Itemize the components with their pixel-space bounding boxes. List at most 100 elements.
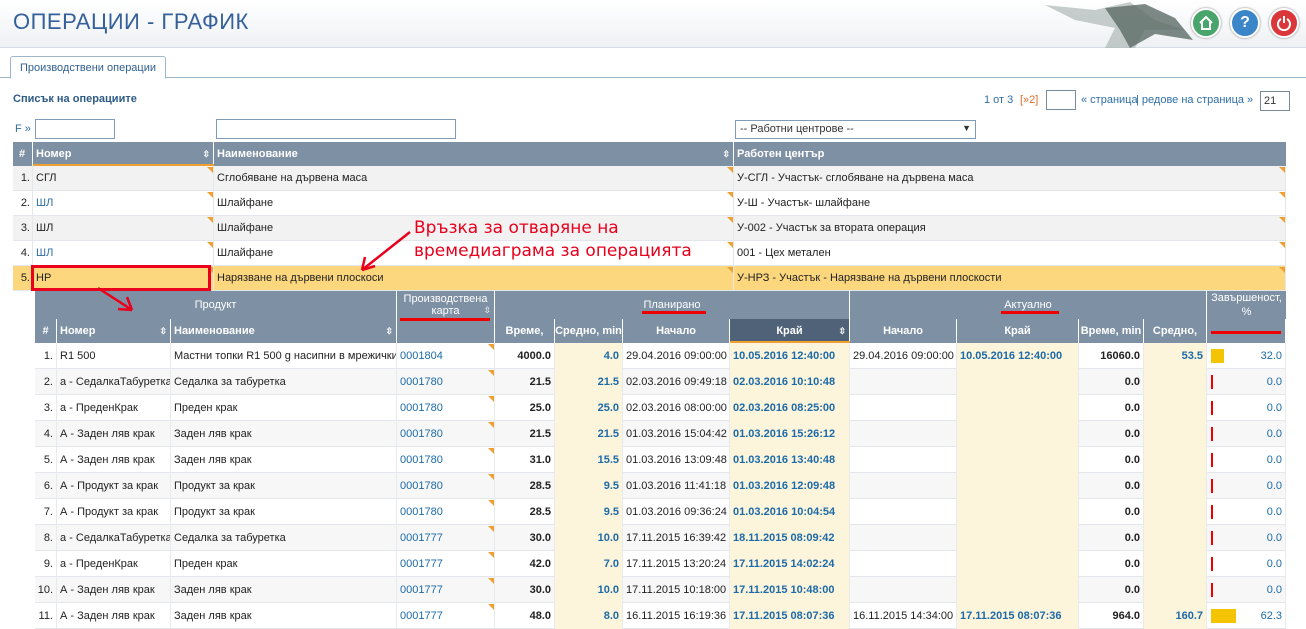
cell-p-time: 4000.0 [495, 343, 555, 369]
cell-card[interactable]: 0001780 [397, 447, 495, 473]
group-product: Продукт [35, 291, 397, 319]
cell-a-time: 0.0 [1079, 551, 1144, 577]
cell-a-start [850, 395, 957, 421]
cell-num: а - ПреденКрак [57, 551, 171, 577]
filter-toggle[interactable]: F » [15, 123, 31, 135]
cell-card[interactable]: 0001780 [397, 421, 495, 447]
table-row[interactable]: 2. ШЛ Шлайфане У-Ш - Участък- шлайфане [13, 191, 1286, 216]
col-header-plan-time[interactable]: Време, min [495, 319, 555, 361]
col-header-act-end[interactable]: Край [957, 319, 1079, 343]
cell-card[interactable]: 0001777 [397, 525, 495, 551]
table-row[interactable]: 11. А - Заден ляв крак Заден ляв крак 00017… [35, 603, 1286, 629]
group-card[interactable]: Производствена карта ⇳ [397, 291, 495, 319]
cell-marker-icon [1279, 217, 1285, 223]
cell-card[interactable]: 0001804 [397, 343, 495, 369]
cell-marker-icon [727, 192, 733, 198]
cell-p-time: 28.5 [495, 499, 555, 525]
cell-a-start [850, 369, 957, 395]
cell-num: А - Продукт за крак [57, 499, 171, 525]
cell-marker-icon [1279, 167, 1285, 173]
rows-per-page-input[interactable]: 21 [1260, 91, 1290, 111]
col-header-plan-avg[interactable]: Средно, min [555, 319, 623, 343]
cell-number[interactable]: ШЛ [33, 241, 214, 266]
col-header-label: Начало [883, 325, 923, 337]
table-row[interactable]: 2. а - СедалкаТабуретка Седалка за табурет… [35, 369, 1286, 395]
next-page-link[interactable]: [»2] [1020, 94, 1038, 106]
col-header-index: # [13, 142, 33, 166]
cell-num: А - Заден ляв крак [57, 577, 171, 603]
filter-work-center-select[interactable]: -- Работни центрове -- ▼ [735, 120, 976, 139]
col-header-number[interactable]: Номер ⇳ [33, 142, 214, 166]
table-row[interactable]: 3. а - ПреденКрак Преден крак 0001780 25.0 25… [35, 395, 1286, 421]
cell-marker-icon [207, 192, 213, 198]
cell-number[interactable]: ШЛ [33, 191, 214, 216]
cell-p-end: 02.03.2016 10:10:48 [730, 369, 850, 395]
cell-a-avg: 53.5 [1144, 343, 1207, 369]
rows-per-page-label: | редове на страница » [1136, 94, 1254, 106]
table-row[interactable]: 8. а - СедалкаТабуретка Седалка за табурет… [35, 525, 1286, 551]
col-header-label: Край [776, 325, 803, 337]
cell-p-time: 21.5 [495, 369, 555, 395]
home-button[interactable] [1191, 8, 1221, 38]
completion-progress-bar [1211, 557, 1213, 571]
work-center-select-value: -- Работни центрове -- [740, 123, 854, 135]
cell-card[interactable]: 0001780 [397, 499, 495, 525]
table-row[interactable]: 5. А - Заден ляв крак Заден ляв крак 000178… [35, 447, 1286, 473]
help-button[interactable]: ? [1230, 8, 1260, 38]
cell-a-time: 0.0 [1079, 447, 1144, 473]
col-header-act-avg[interactable]: Средно, min [1144, 319, 1207, 361]
cell-a-end [957, 525, 1079, 551]
cell-card[interactable]: 0001777 [397, 577, 495, 603]
cell-num: R1 500 [57, 343, 171, 369]
cell-card[interactable]: 0001780 [397, 473, 495, 499]
table-row[interactable]: 1. R1 500 Мастни топки R1 500 g насипни в … [35, 343, 1286, 369]
col-header-label: # [42, 325, 49, 337]
cell-name: Продукт за крак [171, 473, 397, 499]
col-header-work-center[interactable]: Работен център [734, 142, 1286, 166]
operation-details-table: Продукт Производствена карта ⇳ Планирано… [35, 291, 1286, 629]
cell-number[interactable]: ШЛ [33, 216, 214, 241]
cell-n: 9. [35, 551, 57, 577]
cell-a-avg [1144, 499, 1207, 525]
cell-number[interactable]: СГЛ [33, 166, 214, 191]
table-row[interactable]: 9. а - ПреденКрак Преден крак 0001777 42.0 7.… [35, 551, 1286, 577]
cell-card[interactable]: 0001780 [397, 395, 495, 421]
logout-button[interactable] [1269, 8, 1299, 38]
filter-number-input[interactable] [35, 119, 115, 139]
cell-marker-icon [488, 344, 494, 350]
cell-p-avg: 9.5 [555, 473, 623, 499]
cell-name: Продукт за крак [171, 499, 397, 525]
cell-a-end: 17.11.2015 08:07:36 [957, 603, 1079, 629]
page-go-link[interactable]: « страница [1081, 94, 1138, 106]
cell-pct: 0.0 [1207, 577, 1286, 603]
table-row[interactable]: 7. А - Продукт за крак Продукт за крак 0001… [35, 499, 1286, 525]
cell-marker-icon [488, 422, 494, 428]
col-header-number[interactable]: Номер ⇳ [57, 319, 171, 343]
cell-a-time: 0.0 [1079, 473, 1144, 499]
table-row[interactable]: 4. А - Заден ляв крак Заден ляв крак 000178… [35, 421, 1286, 447]
page-number-input[interactable] [1046, 90, 1076, 110]
cell-marker-icon [488, 474, 494, 480]
col-header-act-start[interactable]: Начало [850, 319, 957, 343]
cell-pct: 0.0 [1207, 369, 1286, 395]
cell-num: А - Заден ляв крак [57, 421, 171, 447]
cell-p-start: 17.11.2015 16:39:42 [623, 525, 730, 551]
cell-card[interactable]: 0001777 [397, 551, 495, 577]
col-header-name[interactable]: Наименование ⇳ [214, 142, 734, 166]
page-title: ОПЕРАЦИИ - ГРАФИК [13, 9, 249, 34]
filter-name-input[interactable] [216, 119, 456, 139]
cell-p-time: 31.0 [495, 447, 555, 473]
tab-production-operations[interactable]: Производствени операции [10, 56, 167, 79]
col-header-name[interactable]: Наименование ⇳ [171, 319, 397, 343]
cell-a-avg [1144, 551, 1207, 577]
table-row[interactable]: 1. СГЛ Сглобяване на дървена маса У-СГЛ - У… [13, 166, 1286, 191]
cell-p-time: 30.0 [495, 525, 555, 551]
cell-marker-icon [727, 217, 733, 223]
cell-card[interactable]: 0001780 [397, 369, 495, 395]
cell-card[interactable]: 0001777 [397, 603, 495, 629]
table-row[interactable]: 6. А - Продукт за крак Продукт за крак 0001… [35, 473, 1286, 499]
col-header-act-time[interactable]: Време, min [1079, 319, 1144, 343]
col-header-plan-end[interactable]: Край ⇳ [730, 319, 850, 343]
table-row[interactable]: 10. А - Заден ляв крак Заден ляв крак 00017… [35, 577, 1286, 603]
col-header-plan-start[interactable]: Начало [623, 319, 730, 343]
